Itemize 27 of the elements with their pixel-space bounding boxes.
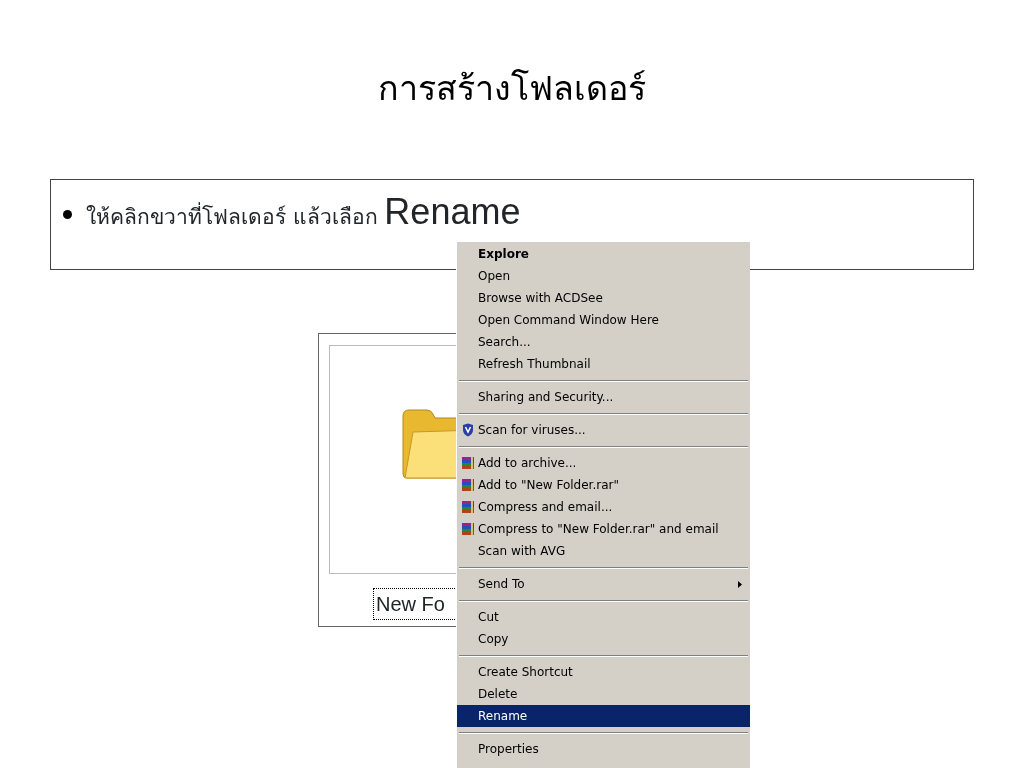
slide-title: การสร้างโฟลเดอร์ [377,67,647,110]
menu-item[interactable]: Scan with AVG [457,540,750,562]
menu-item[interactable]: Sharing and Security... [457,386,750,408]
menu-item[interactable]: Copy [457,628,750,650]
books-icon [461,456,475,470]
menu-item[interactable]: Compress and email... [457,496,750,518]
menu-item[interactable]: Browse with ACDSee [457,287,750,309]
menu-item[interactable]: Open Command Window Here [457,309,750,331]
menu-item[interactable]: Compress to "New Folder.rar" and email [457,518,750,540]
menu-item[interactable]: Refresh Thumbnail [457,353,750,375]
menu-item[interactable]: Search... [457,331,750,353]
bullet-text: ให้คลิกขวาที่โฟลเดอร์ แล้วเลือก Rename [86,190,521,234]
menu-item[interactable]: Open [457,265,750,287]
books-icon [461,478,475,492]
menu-item[interactable]: Explore [457,243,750,265]
menu-item[interactable]: Properties [457,738,750,760]
menu-item[interactable]: Add to archive... [457,452,750,474]
menu-item[interactable]: Add to "New Folder.rar" [457,474,750,496]
shield-icon [461,423,475,437]
books-icon [461,500,475,514]
menu-item[interactable]: Create Shortcut [457,661,750,683]
menu-item[interactable]: Delete [457,683,750,705]
menu-item[interactable]: Rename [457,705,750,727]
books-icon [461,522,475,536]
bullet-icon [63,210,72,219]
menu-item[interactable]: Scan for viruses... [457,419,750,441]
submenu-arrow-icon [738,580,742,588]
